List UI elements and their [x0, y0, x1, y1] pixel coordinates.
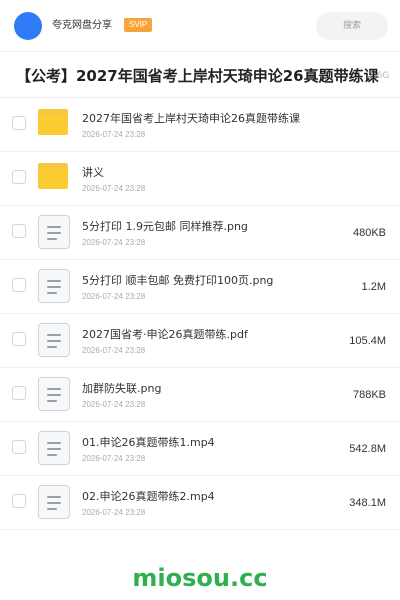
search-input[interactable]	[316, 12, 388, 40]
folder-size: 2.6G	[368, 71, 390, 81]
folder-icon	[38, 161, 70, 195]
select-checkbox[interactable]	[12, 332, 26, 346]
file-size: 542.8M	[349, 443, 386, 455]
file-size: 480KB	[352, 227, 386, 239]
file-date: 2026-07-24 23:28	[82, 184, 146, 193]
file-name: 讲义	[82, 166, 104, 179]
file-date: 2026-07-24 23:28	[82, 454, 146, 463]
folder-title-row: 【公考】2027年国省考上岸村天琦申论26真题带练课 2.6G	[0, 52, 400, 98]
select-checkbox[interactable]	[12, 170, 26, 184]
username: 夸克网盘分享	[52, 20, 112, 31]
file-name: 02.申论26真题带练2.mp4	[82, 490, 215, 503]
select-checkbox[interactable]	[12, 116, 26, 130]
document-icon	[38, 431, 70, 465]
select-checkbox[interactable]	[12, 278, 26, 292]
folder-icon	[38, 107, 70, 141]
file-name: 2027国省考·申论26真题带练.pdf	[82, 328, 248, 341]
list-item[interactable]: 5分打印 顺丰包邮 免费打印100页.png 2026-07-24 23:28 …	[0, 260, 400, 314]
file-name: 01.申论26真题带练1.mp4	[82, 436, 215, 449]
document-icon	[38, 485, 70, 519]
file-date: 2026-07-24 23:28	[82, 400, 146, 409]
document-icon	[38, 377, 70, 411]
file-date: 2026-07-24 23:28	[82, 346, 146, 355]
list-item[interactable]: 加群防失联.png 2026-07-24 23:28 788KB	[0, 368, 400, 422]
document-icon	[38, 269, 70, 303]
list-item[interactable]: 2027年国省考上岸村天琦申论26真题带练课 2026-07-24 23:28	[0, 98, 400, 152]
list-item[interactable]: 2027国省考·申论26真题带练.pdf 2026-07-24 23:28 10…	[0, 314, 400, 368]
file-name: 5分打印 1.9元包邮 同样推荐.png	[82, 220, 248, 233]
watermark-text: miosou.cc	[132, 564, 268, 592]
file-size: 788KB	[352, 389, 386, 401]
list-item[interactable]: 5分打印 1.9元包邮 同样推荐.png 2026-07-24 23:28 48…	[0, 206, 400, 260]
select-checkbox[interactable]	[12, 494, 26, 508]
list-item[interactable]: 02.申论26真题带练2.mp4 2026-07-24 23:28 348.1M	[0, 476, 400, 530]
file-date: 2026-07-24 23:28	[82, 130, 146, 139]
avatar[interactable]	[14, 12, 42, 40]
file-date: 2026-07-24 23:28	[82, 292, 146, 301]
file-size: 1.2M	[361, 281, 386, 293]
file-size: 105.4M	[349, 335, 386, 347]
file-date: 2026-07-24 23:28	[82, 238, 146, 247]
file-name: 加群防失联.png	[82, 382, 162, 395]
document-icon	[38, 215, 70, 249]
file-list: 2027年国省考上岸村天琦申论26真题带练课 2026-07-24 23:28 …	[0, 98, 400, 530]
select-checkbox[interactable]	[12, 386, 26, 400]
file-size: 348.1M	[349, 497, 386, 509]
file-name: 5分打印 顺丰包邮 免费打印100页.png	[82, 274, 274, 287]
page-title: 【公考】2027年国省考上岸村天琦申论26真题带练课	[16, 67, 379, 85]
vip-badge: SVIP	[124, 18, 153, 32]
file-date: 2026-07-24 23:28	[82, 508, 146, 517]
document-icon	[38, 323, 70, 357]
file-name: 2027年国省考上岸村天琦申论26真题带练课	[82, 112, 300, 125]
select-checkbox[interactable]	[12, 224, 26, 238]
top-bar: 夸克网盘分享 SVIP	[0, 0, 400, 52]
list-item[interactable]: 01.申论26真题带练1.mp4 2026-07-24 23:28 542.8M	[0, 422, 400, 476]
list-item[interactable]: 讲义 2026-07-24 23:28	[0, 152, 400, 206]
select-checkbox[interactable]	[12, 440, 26, 454]
